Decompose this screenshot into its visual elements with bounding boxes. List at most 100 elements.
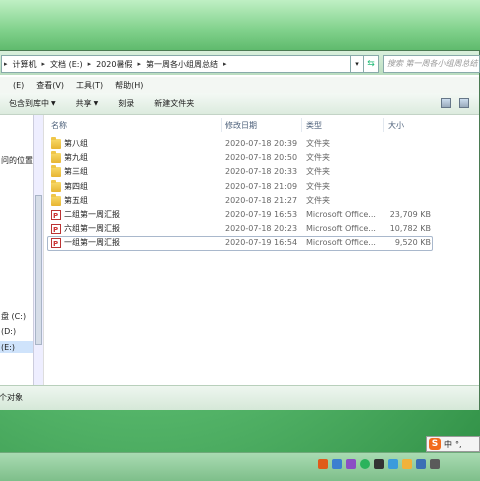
chevron-right-icon: ▸ xyxy=(4,60,8,68)
volume-icon[interactable] xyxy=(430,459,440,469)
status-text: 个对象 xyxy=(0,393,23,402)
address-bar: ▸ 计算机 ▸ 文档 (E:) ▸ 2020暑假 ▸ 第一周各小组周总结 ▸ ▾… xyxy=(0,51,480,75)
crumb-computer[interactable]: 计算机 xyxy=(10,59,40,70)
file-date: 2020-07-19 16:53 xyxy=(225,209,298,219)
chevron-right-icon[interactable]: ▸ xyxy=(221,60,229,68)
menu-help[interactable]: 帮助(H) xyxy=(109,80,149,91)
column-size[interactable]: 大小 xyxy=(388,120,404,131)
file-date: 2020-07-18 20:33 xyxy=(225,167,298,177)
crumb-drive-e[interactable]: 文档 (E:) xyxy=(47,59,86,70)
file-size: 9,520 KB xyxy=(394,238,431,248)
column-header: 名称 修改日期 类型 大小 xyxy=(45,117,479,133)
powerpoint-file-icon xyxy=(51,237,61,251)
menu-view[interactable]: 查看(V) xyxy=(30,80,70,91)
include-in-library-label: 包含到库中 xyxy=(9,99,49,108)
powerpoint-file-icon xyxy=(51,223,61,237)
file-type: Microsoft Office... xyxy=(306,238,376,248)
search-input[interactable]: 搜索 第一周各小组周总结 xyxy=(383,55,480,73)
folder-icon xyxy=(51,165,61,178)
file-name: 第九组 xyxy=(64,153,88,163)
qq-icon[interactable] xyxy=(388,459,398,469)
include-in-library-button[interactable]: 包含到库中 ▼ xyxy=(0,98,66,109)
ime-language-label[interactable]: 中 xyxy=(444,439,452,450)
burn-button[interactable]: 刻录 xyxy=(108,98,144,109)
nav-scrollbar[interactable] xyxy=(33,115,43,385)
chevron-right-icon[interactable]: ▸ xyxy=(86,60,94,68)
app-tray-icon[interactable] xyxy=(402,459,412,469)
file-name: 第五组 xyxy=(64,195,88,205)
file-type: 文件夹 xyxy=(306,167,330,177)
folder-icon xyxy=(51,179,61,192)
explorer-window: ▸ 计算机 ▸ 文档 (E:) ▸ 2020暑假 ▸ 第一周各小组周总结 ▸ ▾… xyxy=(0,50,480,410)
file-name: 六组第一周汇报 xyxy=(64,224,120,234)
file-row[interactable]: 六组第一周汇报 2020-07-18 20:23 Microsoft Offic… xyxy=(45,222,479,237)
sogou-ime-icon[interactable]: S xyxy=(429,438,441,450)
file-date: 2020-07-18 21:09 xyxy=(225,181,298,191)
powerpoint-file-icon xyxy=(51,209,61,223)
file-row[interactable]: 二组第一周汇报 2020-07-19 16:53 Microsoft Offic… xyxy=(45,208,479,223)
new-folder-button[interactable]: 新建文件夹 xyxy=(144,98,204,109)
column-divider[interactable] xyxy=(301,118,302,132)
file-type: Microsoft Office... xyxy=(306,224,376,234)
file-type: 文件夹 xyxy=(306,139,330,148)
file-list: 第八组 2020-07-18 20:39 文件夹 第九组 2020-07-18 … xyxy=(45,137,479,252)
scrollbar-thumb[interactable] xyxy=(35,195,42,345)
menu-tools[interactable]: 工具(T) xyxy=(70,80,109,91)
caret-down-icon: ▼ xyxy=(93,100,99,107)
sogou-tray-icon[interactable] xyxy=(318,459,328,469)
folder-icon xyxy=(51,193,61,206)
column-name[interactable]: 名称 xyxy=(51,120,67,131)
crumb-current-folder[interactable]: 第一周各小组周总结 xyxy=(143,59,221,70)
menu-bar: (E) 查看(V) 工具(T) 帮助(H) xyxy=(0,77,479,93)
file-type: Microsoft Office... xyxy=(306,209,376,219)
system-tray xyxy=(318,459,440,469)
folder-icon xyxy=(51,137,61,149)
chevron-down-icon[interactable]: ▾ xyxy=(350,55,364,73)
nav-item-drive-c[interactable]: 盘 (C:) xyxy=(1,311,26,322)
file-type: 文件夹 xyxy=(306,195,330,205)
nav-item-drive-d[interactable]: (D:) xyxy=(1,327,16,336)
column-divider[interactable] xyxy=(383,118,384,132)
status-bar: 个对象 xyxy=(0,385,479,410)
new-folder-label: 新建文件夹 xyxy=(154,99,195,108)
app-tray-icon[interactable] xyxy=(346,459,356,469)
chevron-right-icon[interactable]: ▸ xyxy=(135,60,143,68)
nav-item-recent[interactable]: 问的位置 xyxy=(1,155,33,166)
column-divider[interactable] xyxy=(221,118,222,132)
wechat-icon[interactable] xyxy=(360,459,370,469)
file-row[interactable]: 第九组 2020-07-18 20:50 文件夹 xyxy=(45,151,479,165)
share-label: 共享 xyxy=(75,99,92,108)
command-bar: 包含到库中 ▼ 共享 ▼ 刻录 新建文件夹 xyxy=(0,93,479,115)
file-row-selected[interactable]: 一组第一周汇报 2020-07-19 16:54 Microsoft Offic… xyxy=(45,236,479,252)
network-icon[interactable] xyxy=(416,459,426,469)
breadcrumb[interactable]: ▸ 计算机 ▸ 文档 (E:) ▸ 2020暑假 ▸ 第一周各小组周总结 ▸ xyxy=(1,55,355,73)
file-row[interactable]: 第三组 2020-07-18 20:33 文件夹 xyxy=(45,165,479,179)
view-mode-icon[interactable] xyxy=(441,98,451,108)
navigation-pane: 问的位置 盘 (C:) (D:) (E:) xyxy=(0,115,44,385)
file-size: 23,709 KB xyxy=(389,209,431,219)
share-button[interactable]: 共享 ▼ xyxy=(66,98,109,109)
desktop-wallpaper xyxy=(0,0,480,52)
file-row[interactable]: 第四组 2020-07-18 21:09 文件夹 xyxy=(45,179,479,194)
file-date: 2020-07-18 20:39 xyxy=(225,139,298,148)
chevron-right-icon[interactable]: ▸ xyxy=(40,60,48,68)
file-date: 2020-07-18 21:27 xyxy=(225,195,298,205)
burn-label: 刻录 xyxy=(118,99,135,108)
notification-icon[interactable] xyxy=(374,459,384,469)
folder-icon xyxy=(51,151,61,164)
file-row[interactable]: 第五组 2020-07-18 21:27 文件夹 xyxy=(45,193,479,208)
caret-down-icon: ▼ xyxy=(51,100,56,107)
ime-toolbar[interactable]: S 中 °, xyxy=(426,436,480,452)
app-tray-icon[interactable] xyxy=(332,459,342,469)
punctuation-icon[interactable]: °, xyxy=(455,440,462,449)
preview-pane-icon[interactable] xyxy=(459,98,469,108)
file-name: 二组第一周汇报 xyxy=(64,209,120,219)
menu-edit[interactable]: (E) xyxy=(7,81,30,90)
column-date[interactable]: 修改日期 xyxy=(225,120,257,131)
file-date: 2020-07-18 20:50 xyxy=(225,153,298,163)
column-type[interactable]: 类型 xyxy=(306,120,322,131)
file-row[interactable]: 第八组 2020-07-18 20:39 文件夹 xyxy=(45,137,479,151)
nav-item-drive-e[interactable]: (E:) xyxy=(1,343,15,352)
refresh-icon[interactable]: ⇆ xyxy=(363,55,379,73)
crumb-2020-summer[interactable]: 2020暑假 xyxy=(93,59,135,70)
